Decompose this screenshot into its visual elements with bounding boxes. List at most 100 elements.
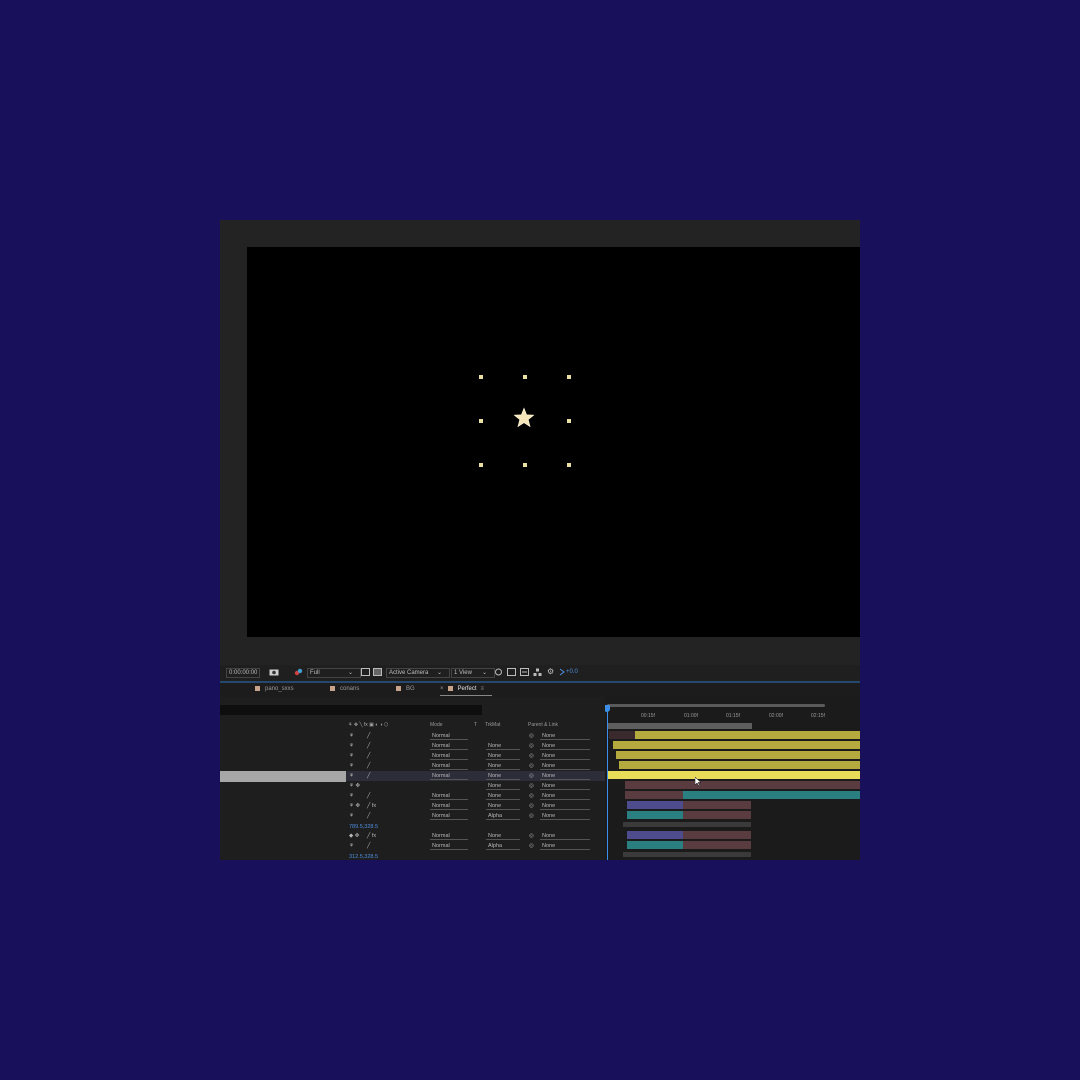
transform-handle[interactable] <box>523 463 527 467</box>
layer-bar[interactable] <box>619 761 860 769</box>
after-effects-window: 0:00:00:00 Full ⌄ Active Camera ⌄ 1 View… <box>220 220 860 860</box>
transform-handle[interactable] <box>479 375 483 379</box>
tab-perfect[interactable]: × Perfect ≡ <box>440 686 484 692</box>
work-area-range[interactable] <box>607 723 752 729</box>
keyframe-row[interactable] <box>623 852 751 857</box>
parent-pickwhip-icon: ◎ <box>529 743 534 749</box>
cursor-pointer <box>694 773 702 791</box>
snapshot-icon[interactable] <box>269 668 279 678</box>
t-column-header[interactable]: T <box>474 722 477 728</box>
parent-pickwhip-icon: ◎ <box>529 833 534 839</box>
shy-icon: ⚘ <box>349 793 354 799</box>
pen-icon: ╱ <box>367 733 371 739</box>
layer-row[interactable]: ⚘ ╱ Normal ◎ None <box>220 731 605 741</box>
layer-row[interactable]: ⚘ ╱ Normal None ◎ None <box>220 751 605 761</box>
layer-bar[interactable] <box>613 741 860 749</box>
shy-icon: ⚘ ✥ <box>349 783 361 789</box>
shy-icon: ◆ ✥ <box>349 833 360 839</box>
layer-bar-selected[interactable] <box>607 771 860 779</box>
transform-handle[interactable] <box>567 419 571 423</box>
exposure-value[interactable]: +0.0 <box>566 669 578 675</box>
layer-row-selected[interactable]: ⚘ ╱ Normal None ◎ None <box>220 771 605 781</box>
layer-row[interactable]: ⚘ ✥ None ◎ None <box>220 781 605 791</box>
tab-bg[interactable]: BG <box>396 686 415 692</box>
layer-search-input[interactable] <box>220 705 482 715</box>
position-value[interactable]: 312.5,328.5 <box>349 854 378 860</box>
position-value[interactable]: 789.5,328.5 <box>349 824 378 830</box>
work-area-bar[interactable] <box>607 704 825 707</box>
tab-conans[interactable]: conans <box>330 686 359 692</box>
transform-handle[interactable] <box>567 463 571 467</box>
shy-icon: ⚘ <box>349 733 354 739</box>
playhead-handle[interactable] <box>605 705 610 712</box>
tab-pano-sxxs[interactable]: pano_sxxs <box>255 686 294 692</box>
shy-icon: ⚘ <box>349 763 354 769</box>
layer-bar[interactable] <box>627 841 683 849</box>
pen-icon: ╱ <box>367 813 371 819</box>
view-layout-select[interactable]: 1 View ⌄ <box>451 668 495 678</box>
layer-row[interactable]: ⚘ ╱ Normal None ◎ None <box>220 761 605 771</box>
layer-row[interactable]: ⚘ ✥ ╱ fx Normal None ◎ None <box>220 801 605 811</box>
transform-handle[interactable] <box>567 375 571 379</box>
toggle-pixel-icon[interactable] <box>494 668 503 678</box>
pen-icon: ╱ <box>367 773 371 779</box>
shy-icon: ⚘ <box>349 743 354 749</box>
timeline-icon[interactable] <box>520 668 529 678</box>
parent-pickwhip-icon: ◎ <box>529 793 534 799</box>
pen-icon: ╱ <box>367 843 371 849</box>
layer-bar[interactable] <box>683 841 751 849</box>
color-channel-icon[interactable] <box>294 668 304 678</box>
keyframe-row[interactable] <box>623 822 751 827</box>
resolution-select[interactable]: Full ⌄ <box>307 668 361 678</box>
composition-viewer[interactable] <box>247 247 860 637</box>
transform-handle[interactable] <box>479 419 483 423</box>
fx-icon: ╱ fx <box>367 833 377 839</box>
transform-handle[interactable] <box>523 375 527 379</box>
shy-icon: ⚘ ✥ <box>349 803 361 809</box>
layer-bar[interactable] <box>635 731 860 739</box>
timeline-panel[interactable]: 00:15f 01:00f 01:15f 02:00f 02:15f <box>605 697 860 860</box>
layer-bar[interactable] <box>683 801 751 809</box>
parent-column-header[interactable]: Parent & Link <box>528 722 558 728</box>
exposure-icon[interactable] <box>559 668 565 678</box>
region-of-interest-icon[interactable] <box>361 668 370 678</box>
switches-header-icons: ⚘ ✥ ╲ fx ▣ ◐ ◑ ⬡ <box>348 722 389 728</box>
layer-bar[interactable] <box>683 791 860 799</box>
layer-row[interactable]: ⚘ ╱ Normal Alpha ◎ None <box>220 811 605 821</box>
gear-icon[interactable]: ⚙ <box>547 667 554 676</box>
parent-pickwhip-icon: ◎ <box>529 813 534 819</box>
transparency-grid-icon[interactable] <box>373 668 382 678</box>
pen-icon: ╱ <box>367 743 371 749</box>
layer-bar[interactable] <box>683 831 751 839</box>
layer-bar[interactable] <box>627 801 683 809</box>
layer-bar[interactable] <box>627 831 683 839</box>
layer-bar[interactable] <box>625 791 683 799</box>
fx-icon: ╱ fx <box>367 803 377 809</box>
star-shape-layer[interactable] <box>513 407 535 429</box>
layer-bar[interactable] <box>609 731 635 739</box>
layer-bar[interactable] <box>625 781 860 789</box>
layer-column-headers: ⚘ ✥ ╲ fx ▣ ◐ ◑ ⬡ Mode T TrkMat Parent & … <box>345 722 605 730</box>
layer-row[interactable]: ⚘ ╱ Normal None ◎ None <box>220 741 605 751</box>
layer-bar[interactable] <box>616 751 860 759</box>
layer-bar[interactable] <box>627 811 683 819</box>
flowchart-icon[interactable] <box>533 668 542 678</box>
layer-bar[interactable] <box>683 811 751 819</box>
mode-column-header[interactable]: Mode <box>430 722 443 728</box>
transform-handle[interactable] <box>479 463 483 467</box>
camera-select[interactable]: Active Camera ⌄ <box>386 668 450 678</box>
chevron-down-icon: ⌄ <box>482 670 488 676</box>
current-time-indicator[interactable] <box>607 705 608 860</box>
shy-icon: ⚘ <box>349 813 354 819</box>
parent-pickwhip-icon: ◎ <box>529 803 534 809</box>
layer-row[interactable]: ◆ ✥ ╱ fx Normal None ◎ None <box>220 831 605 841</box>
chevron-down-icon: ⌄ <box>348 670 354 676</box>
fast-preview-icon[interactable] <box>507 668 516 678</box>
layer-row[interactable]: ⚘ ╱ Normal None ◎ None <box>220 791 605 801</box>
time-ruler[interactable]: 00:15f 01:00f 01:15f 02:00f 02:15f <box>605 711 860 723</box>
parent-pickwhip-icon: ◎ <box>529 763 534 769</box>
trkmat-column-header[interactable]: TrkMat <box>485 722 500 728</box>
timecode-display[interactable]: 0:00:00:00 <box>226 668 261 678</box>
layer-row[interactable]: ⚘ ╱ Normal Alpha ◎ None <box>220 841 605 851</box>
pen-icon: ╱ <box>367 753 371 759</box>
